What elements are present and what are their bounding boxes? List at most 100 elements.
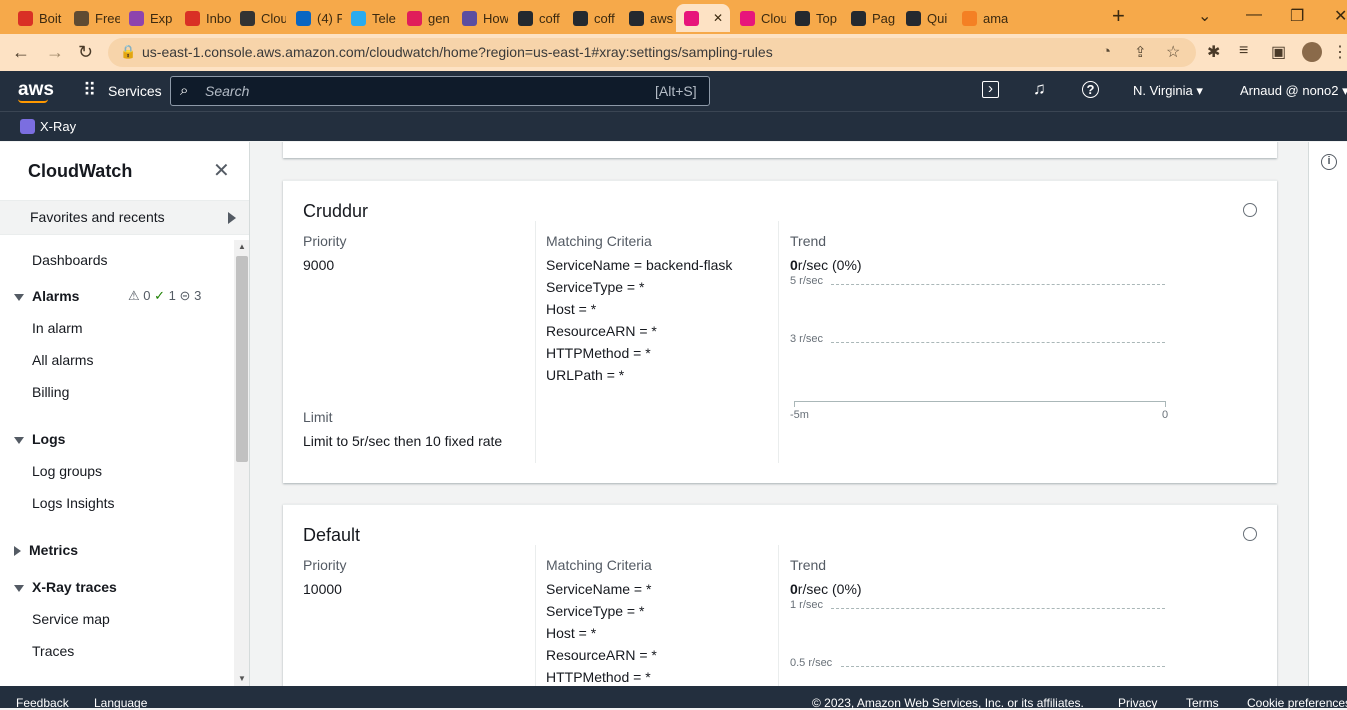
scroll-up-icon[interactable]: ▲ (238, 242, 246, 251)
browser-tab[interactable]: Inbo (177, 4, 231, 32)
linkedin-icon (296, 10, 311, 26)
criteria-label: Matching Criteria (546, 557, 652, 573)
sidebar-item-service-map[interactable]: Service map (32, 611, 110, 627)
sidebar-item-all-alarms[interactable]: All alarms (32, 352, 93, 368)
services-menu[interactable]: Services (108, 83, 162, 99)
cloudshell-icon[interactable]: › (982, 81, 999, 98)
browser-tab[interactable]: Free (66, 4, 120, 32)
sampling-rule-card: Cruddur Priority 9000 Limit Limit to 5r/… (283, 180, 1277, 483)
search-input[interactable]: ⌕ Search [Alt+S] (170, 76, 710, 106)
browser-tab-label: gen (428, 10, 450, 26)
sidebar-item-in-alarm[interactable]: In alarm (32, 320, 83, 336)
criteria-line: URLPath = * (546, 367, 625, 383)
extensions-icon[interactable]: ✱ (1207, 42, 1220, 62)
browser-tab[interactable]: Top (787, 4, 841, 32)
new-tab-button[interactable]: + (1112, 3, 1125, 29)
menu-icon[interactable]: ⋮ (1332, 42, 1347, 62)
gridline (841, 666, 1165, 667)
warning-icon: ⚠ (128, 288, 140, 303)
xray-service-link[interactable]: X-Ray (40, 119, 76, 134)
gridline (831, 608, 1165, 609)
trend-suffix: r/sec (0%) (797, 257, 862, 273)
scroll-down-icon[interactable]: ▼ (238, 674, 246, 683)
browser-tab[interactable]: gen (399, 4, 453, 32)
rule-select-radio[interactable] (1243, 527, 1257, 541)
browser-tab-label: Clou (761, 10, 786, 26)
alarm-count: 0 (143, 288, 151, 303)
tab-search-icon[interactable]: ⌄ (1198, 6, 1211, 26)
browser-tab[interactable]: ✕ (676, 4, 730, 32)
notifications-icon[interactable]: ♫ (1033, 79, 1046, 99)
grid-icon[interactable]: ⠿ (83, 80, 96, 101)
close-sidebar-icon[interactable]: ✕ (213, 158, 230, 183)
info-icon[interactable]: i (1321, 154, 1337, 170)
sidebar-section-metrics[interactable]: Metrics (14, 542, 78, 558)
criteria-line: ServiceName = backend-flask (546, 257, 733, 273)
performance-icon[interactable]: ◔ (1102, 43, 1111, 60)
sidebar-item-dashboards[interactable]: Dashboards (32, 252, 108, 268)
sidebar-section-xray[interactable]: X-Ray traces (14, 579, 117, 595)
sidebar-section-logs[interactable]: Logs (14, 431, 65, 447)
sidebar: CloudWatch ✕ Favorites and recents Dashb… (0, 142, 250, 686)
logs-label: Logs (32, 431, 66, 447)
aws-logo[interactable]: aws (18, 79, 54, 101)
browser-tab[interactable]: Qui (898, 4, 952, 32)
region-selector[interactable]: N. Virginia ▾ (1133, 83, 1203, 99)
criteria-line: Host = * (546, 625, 597, 641)
metrics-label: Metrics (29, 542, 79, 558)
browser-tab[interactable]: aws (621, 4, 675, 32)
search-placeholder: Search (205, 83, 250, 99)
sidebar-section-alarms[interactable]: Alarms (14, 288, 79, 304)
sidebar-icon[interactable]: ▣ (1271, 42, 1286, 62)
close-tab-icon[interactable]: ✕ (713, 11, 723, 25)
caret-down-icon (14, 293, 24, 301)
favorites-row[interactable]: Favorites and recents (0, 200, 249, 235)
priority-label: Priority (303, 557, 347, 573)
sidebar-item-billing[interactable]: Billing (32, 384, 69, 400)
restore-icon[interactable]: ❐ (1290, 6, 1304, 26)
browser-tab[interactable]: Tele (343, 4, 397, 32)
browser-tab[interactable]: Clou (232, 4, 286, 32)
browser-tab-label: Pag (872, 10, 896, 26)
browser-tab[interactable]: ama (954, 4, 1008, 32)
browser-tab-label: (4) F (317, 10, 342, 26)
media-icon[interactable]: ≡ (1239, 42, 1248, 60)
browser-tab[interactable]: coff (510, 4, 564, 32)
minimize-icon[interactable]: — (1246, 6, 1262, 24)
search-icon: ⌕ (180, 82, 189, 99)
help-panel: i (1308, 142, 1347, 686)
caret-down-icon (14, 584, 24, 592)
profile-avatar[interactable] (1302, 42, 1322, 62)
url-field[interactable]: 🔒 us-east-1.console.aws.amazon.com/cloud… (108, 38, 1196, 67)
browser-tab[interactable]: coff (565, 4, 619, 32)
sidebar-item-log-groups[interactable]: Log groups (32, 463, 102, 479)
account-menu[interactable]: Arnaud @ nono2 ▾ (1240, 83, 1347, 99)
back-icon[interactable]: ← (12, 42, 30, 63)
priority-value: 10000 (303, 581, 342, 597)
browser-tab[interactable]: Exp (121, 4, 175, 32)
sidebar-item-traces[interactable]: Traces (32, 643, 74, 659)
reload-icon[interactable]: ↻ (78, 42, 93, 63)
sidebar-scrollbar[interactable]: ▲ ▼ (234, 240, 249, 686)
browser-tab[interactable]: How (454, 4, 508, 32)
close-window-icon[interactable]: ✕ (1334, 6, 1347, 26)
y-tick-label: 0.5 r/sec (790, 657, 833, 669)
forward-icon[interactable]: → (46, 42, 64, 63)
limit-value: Limit to 5r/sec then 10 fixed rate (303, 433, 503, 449)
priority-value: 9000 (303, 257, 335, 273)
browser-tab[interactable]: (4) F (288, 4, 342, 32)
bookmark-star-icon[interactable]: ☆ (1166, 42, 1180, 62)
rule-select-radio[interactable] (1243, 203, 1257, 217)
help-icon[interactable]: ? (1082, 81, 1099, 98)
criteria-line: ResourceARN = * (546, 647, 657, 663)
favorites-label: Favorites and recents (30, 209, 165, 225)
alarm-counts[interactable]: ⚠ 0 ✓ 1 ⊝ 3 (128, 288, 201, 304)
share-icon[interactable]: ⇪ (1134, 43, 1147, 61)
x-tick-label: -5m (790, 409, 809, 421)
browser-tab[interactable]: Pag (843, 4, 897, 32)
gridline (831, 342, 1165, 343)
browser-tab[interactable]: Clou (732, 4, 786, 32)
sidebar-item-logs-insights[interactable]: Logs Insights (32, 495, 115, 511)
scrollbar-thumb[interactable] (236, 256, 248, 462)
browser-tab[interactable]: Boit (10, 4, 64, 32)
